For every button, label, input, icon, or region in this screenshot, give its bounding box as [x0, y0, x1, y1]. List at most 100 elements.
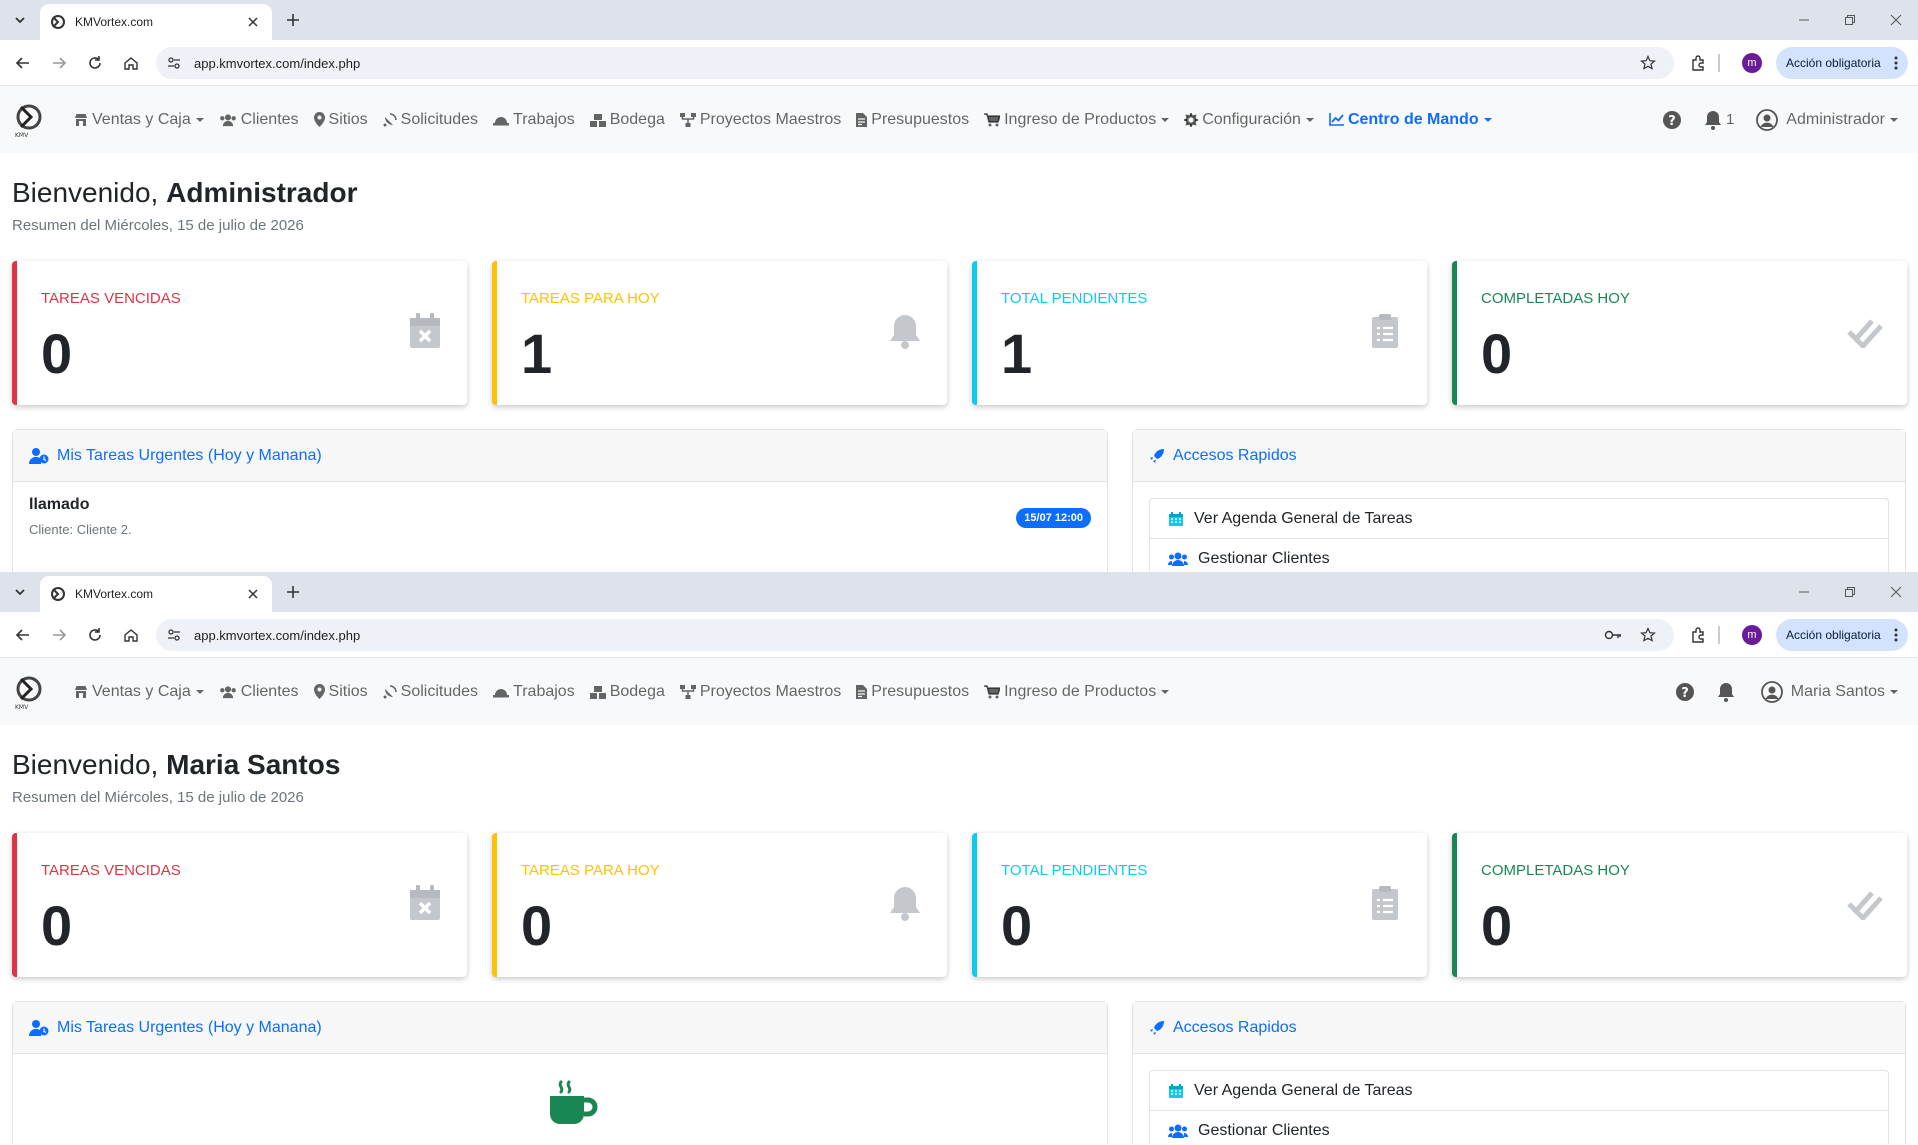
- stat-value: 0: [521, 894, 553, 957]
- quick-links-list: Ver Agenda General de Tareas Gestionar C…: [1149, 498, 1889, 572]
- forward-button[interactable]: [47, 623, 71, 647]
- restore-button[interactable]: [1840, 582, 1860, 602]
- welcome-name: Administrador: [166, 177, 358, 208]
- nav-item-sitios[interactable]: Sitios: [313, 682, 368, 701]
- help-button[interactable]: ?: [1675, 682, 1695, 702]
- nav-item-label: Clientes: [240, 682, 299, 700]
- reload-button[interactable]: [83, 623, 107, 647]
- home-button[interactable]: [119, 51, 143, 75]
- restore-button[interactable]: [1840, 10, 1860, 30]
- notifications-button[interactable]: [1717, 682, 1739, 702]
- quick-link-label: Gestionar Clientes: [1198, 1121, 1330, 1139]
- rocket-icon: [1149, 448, 1165, 464]
- user-menu[interactable]: Maria Santos: [1760, 680, 1898, 703]
- file-invoice-icon: [856, 684, 868, 699]
- bookmark-star-icon[interactable]: [1639, 626, 1657, 644]
- hard-hat-icon: [493, 685, 510, 699]
- calendar-times-icon: [405, 309, 445, 353]
- nav-item-bodega[interactable]: Bodega: [589, 683, 665, 701]
- forward-button[interactable]: [47, 51, 71, 75]
- address-bar[interactable]: app.kmvortex.com/index.php: [156, 619, 1674, 651]
- user-menu[interactable]: Administrador: [1756, 108, 1898, 131]
- nav-item-ventas-y-caja[interactable]: Ventas y Caja: [74, 683, 204, 701]
- nav-item-clientes[interactable]: Clientes: [219, 683, 299, 701]
- kmvortex-logo[interactable]: KMV: [13, 103, 49, 139]
- caret-down-icon: [1161, 117, 1170, 122]
- nav-item-ventas-y-caja[interactable]: Ventas y Caja: [74, 111, 204, 129]
- close-tab-icon[interactable]: [244, 13, 262, 31]
- back-button[interactable]: [11, 623, 35, 647]
- password-key-icon[interactable]: [1604, 626, 1622, 644]
- address-bar[interactable]: app.kmvortex.com/index.php: [156, 47, 1674, 79]
- browser-tab[interactable]: KMVortex.com: [40, 576, 272, 612]
- notification-count: 1: [1725, 111, 1735, 128]
- nav-right: ? 1 Administrador: [1640, 86, 1898, 153]
- close-tab-icon[interactable]: [244, 585, 262, 603]
- quick-link-agenda[interactable]: Ver Agenda General de Tareas: [1150, 1071, 1888, 1111]
- quick-link-label: Ver Agenda General de Tareas: [1194, 1081, 1413, 1099]
- nav-item-proyectos-maestros[interactable]: Proyectos Maestros: [679, 111, 841, 129]
- bookmark-star-icon[interactable]: [1639, 54, 1657, 72]
- browser-tab[interactable]: KMVortex.com: [40, 4, 272, 40]
- svg-text:KMV: KMV: [15, 132, 29, 139]
- home-button[interactable]: [119, 623, 143, 647]
- new-tab-button[interactable]: [282, 581, 304, 603]
- site-info-icon[interactable]: [166, 627, 182, 643]
- nav-item-solicitudes[interactable]: Solicitudes: [383, 683, 478, 701]
- kmvortex-logo[interactable]: KMV: [13, 675, 49, 711]
- quick-link-agenda[interactable]: Ver Agenda General de Tareas: [1150, 499, 1888, 539]
- reload-icon: [89, 628, 101, 641]
- minimize-button[interactable]: [1794, 10, 1814, 30]
- action-required-button[interactable]: Acción obligatoria: [1776, 619, 1908, 651]
- profile-avatar[interactable]: m: [1742, 625, 1762, 645]
- welcome-prefix: Bienvenido,: [12, 177, 159, 208]
- nav-item-trabajos[interactable]: Trabajos: [493, 111, 575, 129]
- reload-icon: [89, 56, 101, 69]
- new-tab-button[interactable]: [282, 9, 304, 31]
- nav-item-centro-de-mando[interactable]: Centro de Mando: [1329, 111, 1492, 129]
- check-double-icon: [1845, 309, 1885, 353]
- stat-value: 0: [41, 322, 73, 385]
- tab-search-button[interactable]: [7, 580, 33, 604]
- nav-item-ingreso-de-productos[interactable]: Ingreso de Productos: [984, 111, 1170, 129]
- more-vert-icon: [1894, 628, 1898, 642]
- close-window-button[interactable]: [1886, 10, 1906, 30]
- caret-down-icon: [195, 689, 204, 694]
- task-item[interactable]: llamado Cliente: Cliente 2. 15/07 12:00: [29, 496, 1091, 537]
- nav-item-presupuestos[interactable]: Presupuestos: [856, 683, 969, 701]
- nav-item-label: Sitios: [328, 682, 368, 700]
- tab-search-button[interactable]: [7, 8, 33, 32]
- quick-link-label: Gestionar Clientes: [1198, 549, 1330, 567]
- boxes-icon: [589, 113, 606, 127]
- action-required-button[interactable]: Acción obligatoria: [1776, 47, 1908, 79]
- site-info-icon[interactable]: [166, 55, 182, 71]
- nav-item-ingreso-de-productos[interactable]: Ingreso de Productos: [984, 682, 1170, 701]
- browser-window-maria: KMVortex.com app.kmvortex.com/index.php …: [0, 572, 1918, 1144]
- back-button[interactable]: [11, 51, 35, 75]
- notifications-button[interactable]: 1: [1704, 110, 1734, 130]
- extensions-icon[interactable]: [1688, 52, 1710, 74]
- nav-item-sitios[interactable]: Sitios: [313, 111, 368, 129]
- urgent-tasks-title: Mis Tareas Urgentes (Hoy y Manana): [57, 446, 322, 464]
- caret-down-icon: [1161, 689, 1170, 694]
- help-button[interactable]: ?: [1662, 110, 1682, 130]
- nav-item-clientes[interactable]: Clientes: [219, 111, 299, 129]
- close-window-button[interactable]: [1886, 582, 1906, 602]
- action-required-label: Acción obligatoria: [1786, 628, 1881, 642]
- nav-item-bodega[interactable]: Bodega: [589, 111, 665, 129]
- nav-item-trabajos[interactable]: Trabajos: [493, 683, 575, 701]
- nav-item-proyectos-maestros[interactable]: Proyectos Maestros: [679, 683, 841, 701]
- minimize-button[interactable]: [1794, 582, 1814, 602]
- reload-button[interactable]: [83, 51, 107, 75]
- nav-item-presupuestos[interactable]: Presupuestos: [856, 111, 969, 129]
- quick-link-clients[interactable]: Gestionar Clientes: [1150, 1111, 1888, 1144]
- browser-window-admin: KMVortex.com app.kmvortex.com/index.php …: [0, 0, 1918, 572]
- caret-down-icon: [1890, 117, 1898, 122]
- nav-item-configuración[interactable]: Configuración: [1184, 111, 1314, 129]
- quick-link-clients[interactable]: Gestionar Clientes: [1150, 539, 1888, 572]
- profile-avatar[interactable]: m: [1742, 53, 1762, 73]
- nav-item-solicitudes[interactable]: Solicitudes: [383, 111, 478, 129]
- nav-item-label: Ingreso de Productos: [1004, 682, 1157, 700]
- tab-strip: KMVortex.com: [0, 0, 1918, 40]
- extensions-icon[interactable]: [1688, 624, 1710, 646]
